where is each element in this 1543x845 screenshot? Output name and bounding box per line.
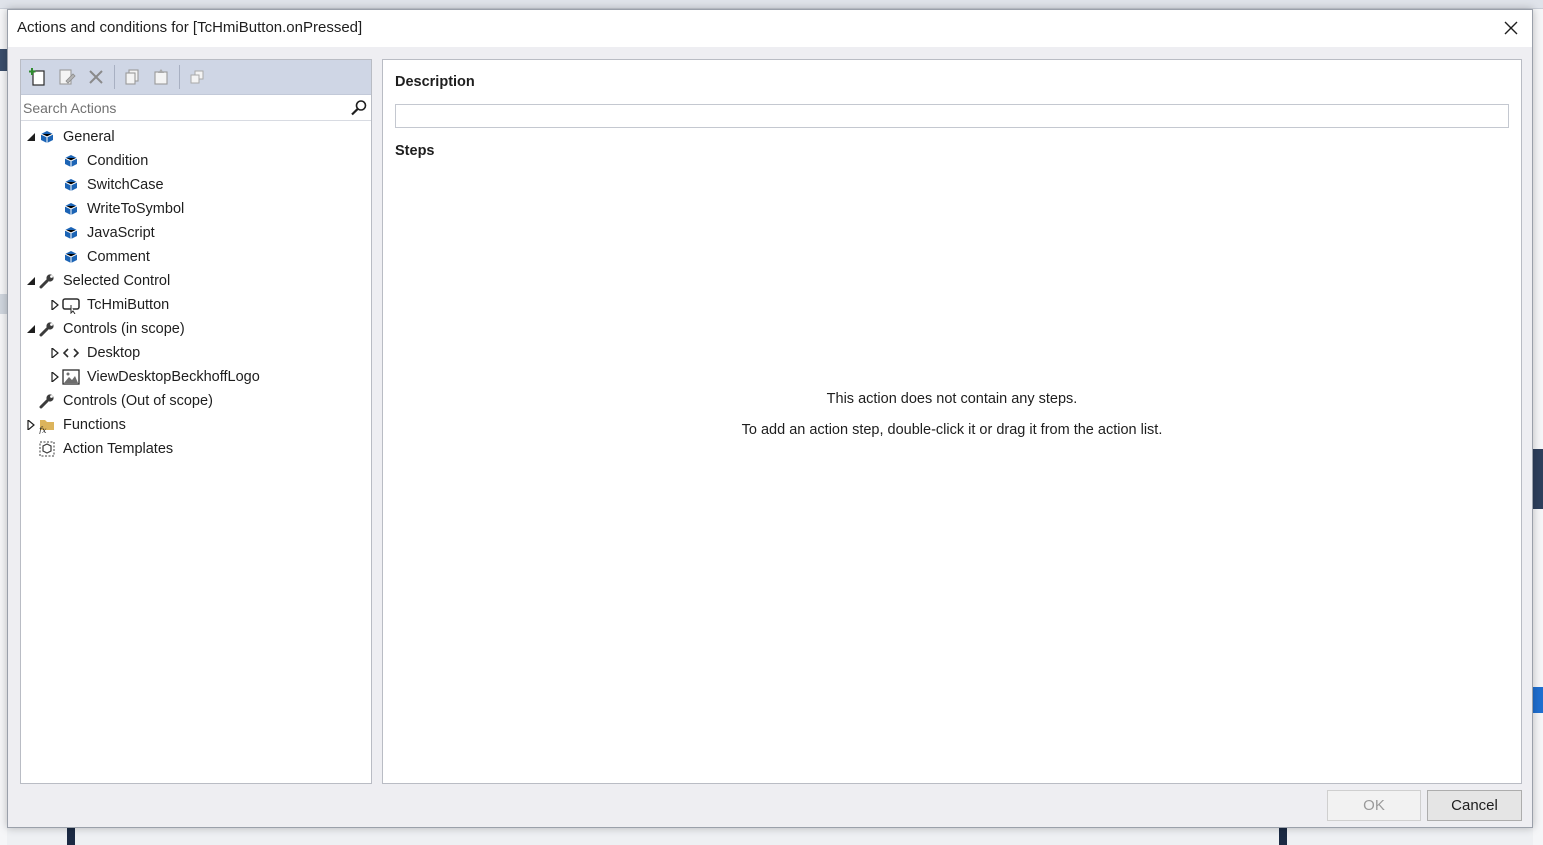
close-button[interactable] — [1496, 14, 1526, 42]
background-app-right — [1533, 9, 1543, 845]
tree-node-action-templates[interactable]: Action Templates — [21, 437, 371, 461]
tree-node-label: Condition — [87, 153, 149, 169]
steps-label: Steps — [395, 143, 435, 159]
copy-icon — [125, 69, 139, 85]
tree-node-condition[interactable]: Condition — [21, 149, 371, 173]
tree-node-view-logo[interactable]: ViewDesktopBeckhoffLogo — [21, 365, 371, 389]
collapsed-arrow-icon[interactable] — [50, 300, 60, 310]
cube-icon — [62, 200, 80, 218]
tree-node-label: Comment — [87, 249, 150, 265]
duplicate-icon — [190, 70, 204, 84]
edit-button[interactable] — [54, 64, 80, 90]
tree-node-label: Action Templates — [63, 441, 174, 457]
ok-button[interactable]: OK — [1327, 790, 1421, 821]
background-app-top — [0, 0, 1543, 9]
close-icon — [1504, 21, 1518, 35]
tree-node-label: Functions — [63, 417, 126, 433]
empty-steps-hint: To add an action step, double-click it o… — [741, 422, 1163, 438]
cancel-button[interactable]: Cancel — [1427, 790, 1522, 821]
edit-icon — [59, 69, 76, 85]
tree-node-label: TcHmiButton — [87, 297, 170, 313]
code-icon — [62, 344, 80, 362]
tree-node-comment[interactable]: Comment — [21, 245, 371, 269]
toolbar-separator — [114, 65, 115, 89]
cube-icon — [62, 248, 80, 266]
description-label: Description — [395, 74, 475, 90]
tree-node-label: Controls (Out of scope) — [63, 393, 213, 409]
dialog-title: Actions and conditions for [TcHmiButton.… — [17, 19, 363, 36]
action-toolbar — [21, 60, 371, 95]
tree-node-switchcase[interactable]: SwitchCase — [21, 173, 371, 197]
function-folder-icon: fx — [38, 416, 56, 434]
new-action-icon — [29, 68, 45, 86]
template-icon — [38, 440, 56, 458]
action-tree: General Condition SwitchCase WriteToSymb… — [21, 121, 371, 461]
tree-node-desktop[interactable]: Desktop — [21, 341, 371, 365]
expanded-arrow-icon[interactable] — [26, 276, 36, 286]
action-editor-panel: Description Steps This action does not c… — [382, 59, 1522, 784]
duplicate-button[interactable] — [184, 64, 210, 90]
new-action-button[interactable] — [25, 64, 51, 90]
delete-icon — [89, 70, 103, 84]
tree-node-general[interactable]: General — [21, 125, 371, 149]
cube-icon — [62, 176, 80, 194]
collapsed-arrow-icon[interactable] — [50, 372, 60, 382]
actions-dialog: Actions and conditions for [TcHmiButton.… — [7, 9, 1533, 828]
toolbar-separator — [179, 65, 180, 89]
collapsed-arrow-icon[interactable] — [50, 348, 60, 358]
tree-node-functions[interactable]: fx Functions — [21, 413, 371, 437]
background-app-left — [0, 9, 7, 845]
tree-node-label: SwitchCase — [87, 177, 164, 193]
search-box — [21, 95, 371, 121]
tree-node-selected-control[interactable]: Selected Control — [21, 269, 371, 293]
image-icon — [62, 368, 80, 386]
dialog-titlebar: Actions and conditions for [TcHmiButton.… — [8, 10, 1532, 47]
collapsed-arrow-icon[interactable] — [26, 420, 36, 430]
tree-node-label: Selected Control — [63, 273, 171, 289]
tree-node-label: JavaScript — [87, 225, 155, 241]
cube-icon — [62, 224, 80, 242]
tree-node-controls-out-of-scope[interactable]: Controls (Out of scope) — [21, 389, 371, 413]
search-icon[interactable] — [350, 99, 368, 117]
tree-node-controls-in-scope[interactable]: Controls (in scope) — [21, 317, 371, 341]
wrench-icon — [38, 320, 56, 338]
paste-button[interactable] — [148, 64, 174, 90]
tree-node-writetosymbol[interactable]: WriteToSymbol — [21, 197, 371, 221]
description-input[interactable] — [395, 104, 1509, 128]
tree-node-label: General — [63, 129, 115, 145]
empty-steps-message: This action does not contain any steps. — [826, 391, 1078, 407]
cube-icon — [38, 128, 56, 146]
button-control-icon — [62, 296, 80, 314]
expanded-arrow-icon[interactable] — [26, 324, 36, 334]
svg-text:fx: fx — [38, 426, 47, 434]
background-app-bottom — [7, 828, 1533, 845]
tree-node-javascript[interactable]: JavaScript — [21, 221, 371, 245]
tree-node-label: WriteToSymbol — [87, 201, 185, 217]
paste-icon — [154, 69, 168, 85]
search-input[interactable] — [21, 95, 341, 120]
wrench-icon — [38, 272, 56, 290]
wrench-icon — [38, 392, 56, 410]
tree-node-label: Controls (in scope) — [63, 321, 185, 337]
tree-node-label: Desktop — [87, 345, 141, 361]
tree-node-tchmibutton[interactable]: TcHmiButton — [21, 293, 371, 317]
expanded-arrow-icon[interactable] — [26, 132, 36, 142]
action-list-panel: General Condition SwitchCase WriteToSymb… — [20, 59, 372, 784]
delete-button[interactable] — [83, 64, 109, 90]
tree-node-label: ViewDesktopBeckhoffLogo — [87, 369, 260, 385]
cube-icon — [62, 152, 80, 170]
copy-button[interactable] — [119, 64, 145, 90]
